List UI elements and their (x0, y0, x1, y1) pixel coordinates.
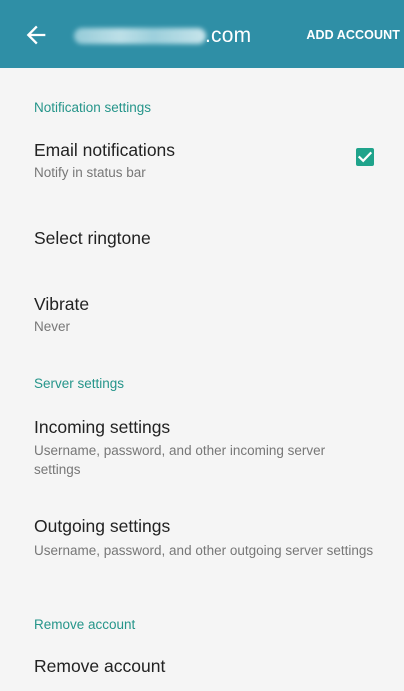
section-remove-account: Remove account (34, 617, 136, 632)
checkmark-icon (357, 151, 373, 163)
select-ringtone-title: Select ringtone (34, 228, 151, 248)
select-ringtone-row[interactable]: Select ringtone (0, 212, 404, 262)
email-notifications-row[interactable]: Email notifications Notify in status bar (0, 128, 404, 190)
incoming-settings-row[interactable]: Incoming settings Username, password, an… (0, 404, 404, 486)
back-arrow-icon[interactable] (22, 21, 50, 49)
remove-account-row[interactable]: Remove account (0, 645, 404, 689)
outgoing-settings-title: Outgoing settings (34, 516, 171, 536)
account-title: .com (74, 24, 264, 50)
email-notifications-title: Email notifications (34, 140, 176, 160)
vibrate-row[interactable]: Vibrate Never (0, 282, 404, 342)
add-account-button[interactable]: ADD ACCOUNT (306, 28, 400, 42)
email-notifications-subtitle: Notify in status bar (34, 165, 146, 180)
incoming-settings-subtitle: Username, password, and other incoming s… (34, 443, 326, 477)
app-bar: .com ADD ACCOUNT (0, 0, 404, 68)
outgoing-settings-subtitle: Username, password, and other outgoing s… (34, 543, 374, 558)
incoming-settings-title: Incoming settings (34, 417, 171, 437)
vibrate-title: Vibrate (34, 294, 90, 314)
redacted-account-name (74, 28, 206, 44)
account-domain: .com (205, 24, 252, 47)
remove-account-title: Remove account (34, 656, 166, 676)
section-server-settings: Server settings (34, 376, 125, 391)
vibrate-subtitle: Never (34, 319, 71, 334)
section-notification-settings: Notification settings (34, 100, 152, 115)
outgoing-settings-row[interactable]: Outgoing settings Username, password, an… (0, 504, 404, 586)
email-notifications-checkbox[interactable] (356, 148, 374, 166)
